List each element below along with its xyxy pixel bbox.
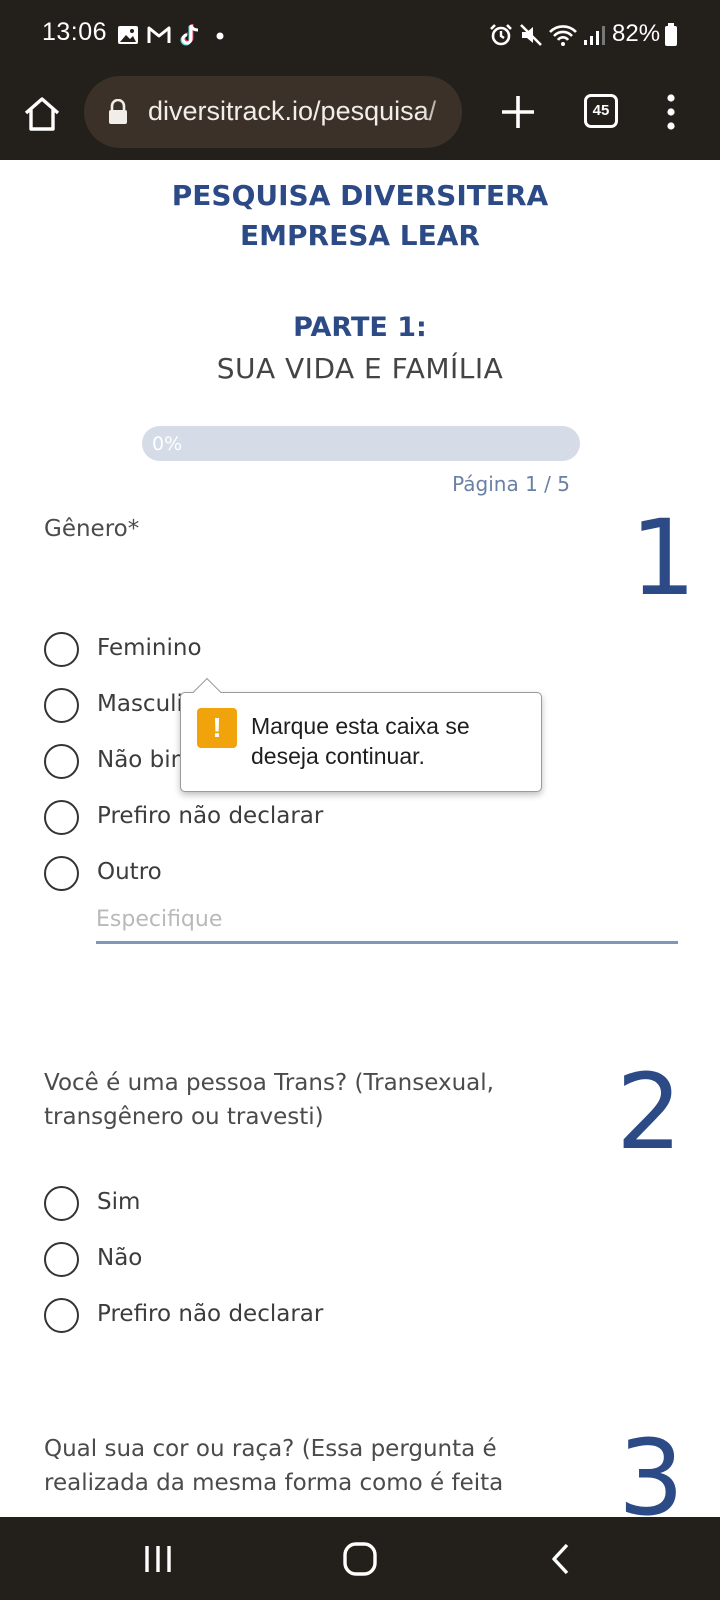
battery-percent: 82% (612, 20, 661, 47)
radio-button[interactable] (44, 688, 79, 723)
radio-button[interactable] (44, 1186, 79, 1221)
url-text: diversitrack.io/pesquisa/ (148, 96, 437, 126)
survey-title: PESQUISA DIVERSITERA EMPRESA LEAR (0, 176, 720, 256)
validation-tooltip: ! Marque esta caixa se deseja continuar. (180, 677, 542, 792)
tooltip-message: Marque esta caixa se deseja continuar. (251, 713, 470, 769)
survey-title-line2: EMPRESA LEAR (240, 219, 480, 252)
question-3-number: 3 (618, 1417, 685, 1517)
question-3-text-line2: realizada da mesma forma como é feita (44, 1470, 504, 1496)
page-indicator: Página 1 / 5 (452, 472, 570, 496)
web-page: PESQUISA DIVERSITERA EMPRESA LEAR PARTE … (0, 160, 720, 1517)
option-label: Outro (97, 859, 162, 885)
radio-button[interactable] (44, 1242, 79, 1277)
back-button[interactable] (540, 1537, 584, 1581)
system-nav-bar (0, 1517, 720, 1600)
radio-button[interactable] (44, 632, 79, 667)
gallery-icon (118, 26, 138, 44)
progress-label: 0% (152, 433, 183, 455)
option-label: Prefiro não declarar (97, 803, 324, 829)
specify-input[interactable] (96, 898, 678, 944)
option-label: Prefiro não declarar (97, 1301, 324, 1327)
radio-button[interactable] (44, 856, 79, 891)
battery-icon (665, 23, 677, 46)
recent-apps-button[interactable] (136, 1537, 180, 1581)
url-fade (422, 76, 462, 148)
signal-icon (584, 26, 605, 45)
tiktok-icon (180, 24, 199, 46)
part-title: PARTE 1: (293, 312, 427, 343)
question-1-number: 1 (630, 497, 697, 619)
lock-icon (109, 99, 127, 124)
radio-button[interactable] (44, 1298, 79, 1333)
question-2-number: 2 (616, 1051, 683, 1173)
question-1-text: Gênero* (44, 516, 140, 542)
question-3-text-line1: Qual sua cor ou raça? (Essa pergunta é (44, 1436, 497, 1462)
part-subtitle: SUA VIDA E FAMÍLIA (216, 352, 504, 385)
option-label: Sim (97, 1189, 141, 1215)
question-2-text-line1: Você é uma pessoa Trans? (Transexual, (44, 1070, 494, 1096)
browser-toolbar: diversitrack.io/pesquisa/ 45 (0, 72, 720, 160)
status-time: 13:06 (42, 18, 108, 46)
mute-icon (520, 24, 542, 46)
gmail-icon (147, 26, 171, 43)
status-bar: 13:06 82% (0, 0, 720, 72)
alarm-icon (490, 24, 512, 46)
home-nav-button[interactable] (338, 1537, 382, 1581)
notification-dot-icon (216, 32, 224, 40)
radio-button[interactable] (44, 800, 79, 835)
tab-switcher-button[interactable]: 45 (584, 94, 618, 128)
question-2-text-line2: transgênero ou travesti) (44, 1104, 324, 1130)
survey-title-line1: PESQUISA DIVERSITERA (171, 179, 549, 212)
new-tab-button[interactable] (496, 90, 540, 134)
home-button[interactable] (20, 92, 64, 136)
warning-icon: ! (197, 708, 237, 748)
address-bar[interactable]: diversitrack.io/pesquisa/ (84, 76, 462, 148)
wifi-icon (549, 25, 577, 46)
tooltip-arrow (192, 677, 222, 707)
question-2-text: Você é uma pessoa Trans? (Transexual, tr… (44, 1066, 494, 1134)
radio-button[interactable] (44, 744, 79, 779)
option-label: Não (97, 1245, 143, 1271)
progress-bar: 0% (142, 426, 580, 461)
more-menu-button[interactable] (656, 90, 686, 134)
question-3-text: Qual sua cor ou raça? (Essa pergunta é r… (44, 1432, 503, 1500)
option-label: Feminino (97, 635, 202, 661)
